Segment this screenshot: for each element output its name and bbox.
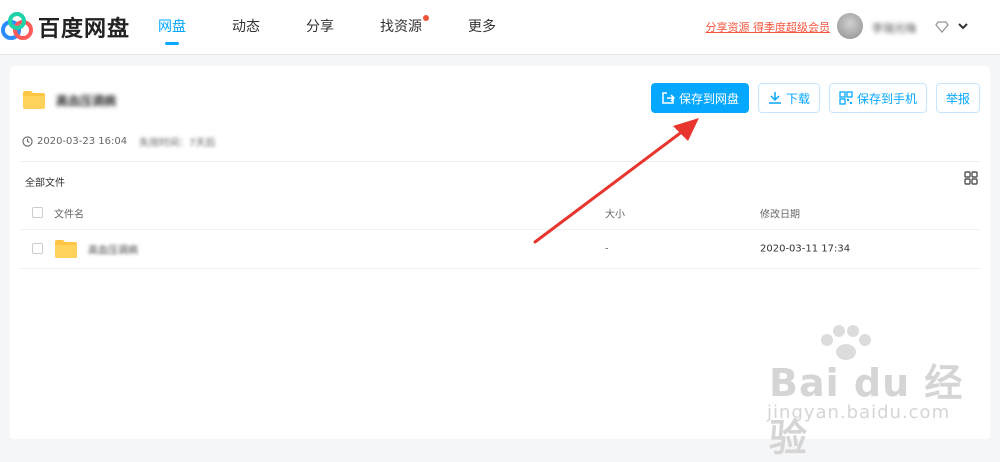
folder-icon <box>23 91 45 109</box>
nav-item-share[interactable]: 分享 <box>306 0 334 54</box>
column-header-size[interactable]: 大小 <box>605 206 625 221</box>
save-to-phone-button[interactable]: 保存到手机 <box>828 83 927 113</box>
file-size: - <box>605 243 609 255</box>
nav-label: 找资源 <box>380 19 422 35</box>
share-expiry: 失效时间：7天后 <box>139 138 216 149</box>
select-all-checkbox[interactable] <box>32 207 43 218</box>
vip-diamond-icon[interactable] <box>935 21 949 33</box>
file-name[interactable]: 高血压调病 <box>88 242 138 257</box>
column-header-date[interactable]: 修改日期 <box>760 206 800 221</box>
share-header: 高血压调病 <box>22 88 116 112</box>
divider <box>20 161 980 162</box>
watermark-url: jingyan.baidu.com <box>767 402 951 423</box>
logo-text: 百度网盘 <box>38 17 131 42</box>
chevron-down-icon[interactable] <box>957 20 969 32</box>
column-header-name[interactable]: 文件名 <box>54 206 84 221</box>
username[interactable]: 李瑞光嗨 <box>872 20 916 36</box>
breadcrumb[interactable]: 全部文件 <box>25 174 65 189</box>
nav-label: 更多 <box>468 19 496 35</box>
button-label: 下载 <box>785 91 810 106</box>
save-icon <box>662 92 675 104</box>
file-table: 文件名 大小 修改日期 高血压调病 - 2020-03-11 17:34 <box>20 197 980 269</box>
promo-link[interactable]: 分享资源 得季度超级会员 <box>706 19 831 35</box>
file-modified-date: 2020-03-11 17:34 <box>760 243 851 255</box>
baidu-jingyan-watermark: Bai du 经验 jingyan.baidu.com <box>755 322 985 460</box>
button-label: 保存到网盘 <box>678 91 739 106</box>
table-header-row: 文件名 大小 修改日期 <box>20 197 980 230</box>
baidu-netdisk-logo-icon <box>1 12 33 40</box>
button-label: 保存到手机 <box>856 91 917 106</box>
action-toolbar: 保存到网盘 下载 保存到手机 举报 <box>642 83 980 113</box>
avatar[interactable] <box>837 13 863 39</box>
main-nav: 网盘 动态 分享 找资源 更多 <box>158 0 542 54</box>
save-to-netdisk-button[interactable]: 保存到网盘 <box>650 83 749 113</box>
share-meta: 2020-03-23 16:04 失效时间：7天后 <box>22 134 216 149</box>
table-row[interactable]: 高血压调病 - 2020-03-11 17:34 <box>20 230 980 269</box>
button-label: 举报 <box>945 91 970 106</box>
nav-item-netdisk[interactable]: 网盘 <box>158 0 186 54</box>
row-checkbox[interactable] <box>32 243 43 254</box>
notification-dot <box>423 15 429 21</box>
share-created-time: 2020-03-23 16:04 <box>37 136 128 147</box>
grid-view-icon[interactable] <box>964 171 978 185</box>
qr-code-icon <box>839 91 853 105</box>
nav-label: 分享 <box>306 19 334 35</box>
nav-item-find-resources[interactable]: 找资源 <box>380 0 429 54</box>
clock-icon <box>22 136 33 147</box>
top-navigation-bar: 百度网盘 网盘 动态 分享 找资源 更多 分享资源 得季度超级会员 李瑞光嗨 <box>0 0 1000 55</box>
nav-label: 网盘 <box>158 19 186 35</box>
nav-item-activity[interactable]: 动态 <box>232 0 260 54</box>
report-button[interactable]: 举报 <box>935 83 980 113</box>
folder-icon <box>55 240 77 258</box>
download-button[interactable]: 下载 <box>757 83 820 113</box>
nav-item-more[interactable]: 更多 <box>468 0 496 54</box>
download-icon <box>768 92 781 104</box>
nav-label: 动态 <box>232 19 260 35</box>
share-title: 高血压调病 <box>56 93 117 108</box>
logo[interactable]: 百度网盘 <box>0 10 130 44</box>
